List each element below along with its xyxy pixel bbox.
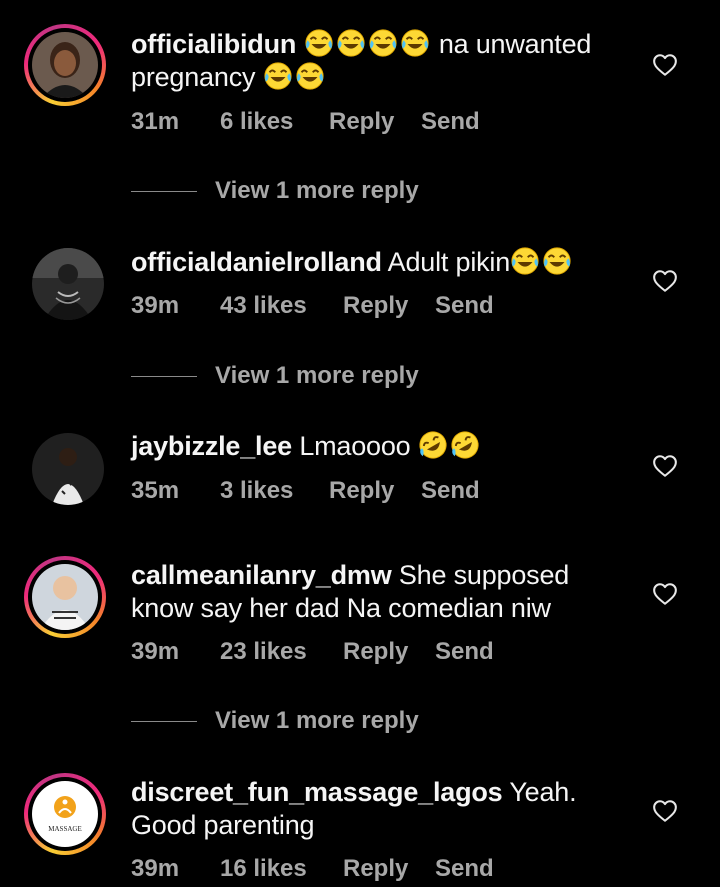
comment-meta: 35m 3 likes Reply Send — [131, 477, 480, 505]
comment-body: She supposed — [398, 560, 570, 590]
heart-outline-icon[interactable] — [652, 52, 678, 78]
reply-button[interactable]: Reply — [343, 292, 435, 320]
comment-body: Lmaoooo — [299, 431, 411, 461]
avatar[interactable] — [32, 433, 104, 505]
likes-count[interactable]: 16 likes — [220, 855, 343, 883]
face-with-tears-of-joy-icon — [304, 28, 334, 58]
view-more-label: View 1 more reply — [215, 362, 419, 389]
avatar-story-ring[interactable] — [24, 24, 106, 106]
divider — [131, 375, 197, 377]
comment-body-line2: pregnancy — [131, 62, 256, 92]
face-with-tears-of-joy-icon — [336, 28, 366, 58]
send-button[interactable]: Send — [435, 292, 494, 320]
username[interactable]: discreet_fun_massage_lagos — [131, 777, 503, 807]
username[interactable]: callmeanilanry_dmw — [131, 560, 392, 590]
view-more-label: View 1 more reply — [215, 707, 419, 734]
send-button[interactable]: Send — [421, 108, 480, 136]
likes-count[interactable]: 3 likes — [220, 477, 329, 505]
comment-meta: 39m 16 likes Reply Send — [131, 855, 494, 883]
reply-button[interactable]: Reply — [343, 638, 435, 666]
comment-body-line2: know say her dad Na comedian niw — [131, 593, 551, 623]
view-more-replies[interactable]: View 1 more reply — [131, 362, 419, 390]
heart-outline-icon[interactable] — [652, 581, 678, 607]
comment-body: Yeah. — [509, 777, 577, 807]
avatar-image — [32, 248, 104, 320]
avatar-logo-text: MASSAGE — [48, 825, 81, 833]
avatar[interactable] — [32, 248, 104, 320]
heart-outline-icon[interactable] — [652, 453, 678, 479]
timestamp: 39m — [131, 638, 180, 665]
view-more-label: View 1 more reply — [215, 177, 419, 204]
comment-text: callmeanilanry_dmw She supposed know say… — [131, 559, 631, 625]
comment-meta: 39m 43 likes Reply Send — [131, 292, 494, 320]
view-more-replies[interactable]: View 1 more reply — [131, 707, 419, 735]
timestamp: 31m — [131, 108, 180, 135]
face-with-tears-of-joy-icon — [263, 61, 293, 91]
send-button[interactable]: Send — [421, 477, 480, 505]
face-with-tears-of-joy-icon — [510, 246, 540, 276]
view-more-replies[interactable]: View 1 more reply — [131, 177, 419, 205]
comment-text: officialdanielrolland Adult pikin — [131, 246, 631, 279]
username[interactable]: officialdanielrolland — [131, 247, 382, 277]
likes-count[interactable]: 43 likes — [220, 292, 343, 320]
timestamp: 39m — [131, 855, 180, 882]
avatar: MASSAGE — [32, 781, 98, 847]
avatar-story-ring[interactable]: MASSAGE — [24, 773, 106, 855]
avatar-image — [32, 433, 104, 505]
avatar — [32, 564, 98, 630]
face-with-tears-of-joy-icon — [400, 28, 430, 58]
comment-text: officialibidun na unwanted pregnancy — [131, 28, 631, 94]
reply-button[interactable]: Reply — [343, 855, 435, 883]
comment-body-line2: Good parenting — [131, 810, 315, 840]
username[interactable]: officialibidun — [131, 29, 296, 59]
comment-body: na unwanted — [438, 29, 592, 59]
likes-count[interactable]: 6 likes — [220, 108, 329, 136]
rolling-on-floor-laughing-icon — [418, 430, 448, 460]
send-button[interactable]: Send — [435, 855, 494, 883]
comment-meta: 39m 23 likes Reply Send — [131, 638, 494, 666]
avatar — [32, 32, 98, 98]
comment-meta: 31m 6 likes Reply Send — [131, 108, 480, 136]
username[interactable]: jaybizzle_lee — [131, 431, 292, 461]
face-with-tears-of-joy-icon — [542, 246, 572, 276]
likes-count[interactable]: 23 likes — [220, 638, 343, 666]
heart-outline-icon[interactable] — [652, 268, 678, 294]
timestamp: 35m — [131, 477, 180, 504]
avatar-story-ring[interactable] — [24, 556, 106, 638]
send-button[interactable]: Send — [435, 638, 494, 666]
reply-button[interactable]: Reply — [329, 477, 421, 505]
comment-text: jaybizzle_lee Lmaoooo — [131, 430, 631, 463]
heart-outline-icon[interactable] — [652, 798, 678, 824]
reply-button[interactable]: Reply — [329, 108, 421, 136]
timestamp: 39m — [131, 292, 180, 319]
comment-body: Adult pikin — [387, 247, 511, 277]
comment-text: discreet_fun_massage_lagos Yeah. Good pa… — [131, 776, 631, 842]
divider — [131, 720, 197, 722]
face-with-tears-of-joy-icon — [368, 28, 398, 58]
rolling-on-floor-laughing-icon — [450, 430, 480, 460]
divider — [131, 190, 197, 192]
face-with-tears-of-joy-icon — [295, 61, 325, 91]
